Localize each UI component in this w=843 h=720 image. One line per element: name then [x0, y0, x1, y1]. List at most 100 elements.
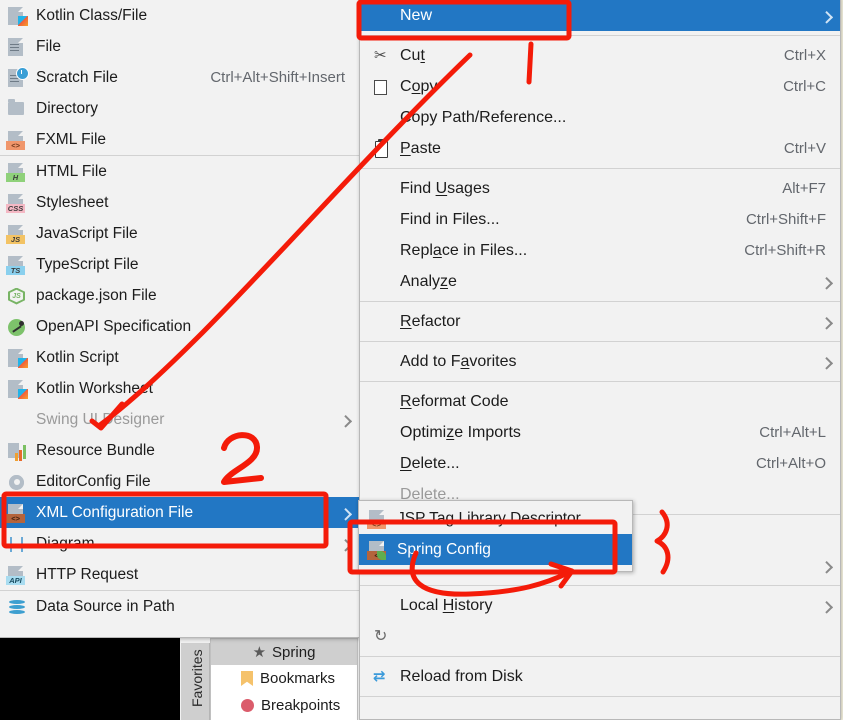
menu-item-replace-in-files[interactable]: Replace in Files... Ctrl+Shift+R [360, 235, 840, 266]
menu-item-label: Reload from Disk [400, 667, 523, 685]
new-file-submenu[interactable]: Kotlin Class/File File Scratch File Ctrl… [0, 0, 360, 638]
menu-item-new[interactable]: New [360, 0, 840, 31]
menu-item-label: Kotlin Script [36, 348, 119, 366]
kotlin-file-icon [6, 6, 28, 26]
menu-item-diagram[interactable]: Diagram [0, 528, 359, 559]
menu-item-typescript-file[interactable]: TS TypeScript File [0, 249, 359, 280]
menu-item-jsp-tag-library-descriptor[interactable]: <> JSP Tag Library Descriptor [359, 503, 632, 534]
menu-item-resource-bundle[interactable]: Resource Bundle [0, 435, 359, 466]
menu-item-label: JavaScript File [36, 224, 138, 242]
favorites-tab-label: Favorites [189, 649, 205, 707]
database-icon [6, 597, 28, 617]
spring-xml-icon: < [367, 540, 389, 560]
menu-item-data-source-in-path[interactable]: Data Source in Path [0, 591, 359, 622]
menu-item-label: XML Configuration File [36, 503, 194, 521]
menu-item-xml-configuration-file[interactable]: <> XML Configuration File [0, 497, 359, 528]
menu-item-spring-config[interactable]: < Spring Config [359, 534, 632, 565]
menu-item-label: Kotlin Worksheet [36, 379, 153, 397]
menu-item-find-in-files[interactable]: Find in Files... Ctrl+Shift+F [360, 204, 840, 235]
menu-item-label: Directory [36, 99, 99, 117]
blank-icon [370, 596, 394, 616]
menu-item-refactor[interactable]: Refactor [360, 306, 840, 337]
menu-item-label: FXML File [36, 130, 107, 148]
menu-item-scratch-file[interactable]: Scratch File Ctrl+Alt+Shift+Insert [0, 62, 359, 93]
blank-icon [370, 423, 394, 443]
menu-item-editorconfig-file[interactable]: EditorConfig File [0, 466, 359, 497]
menu-item-label: Data Source in Path [36, 597, 175, 615]
menu-item-copy[interactable]: Copy Ctrl+C [360, 71, 840, 102]
chevron-right-icon [820, 560, 834, 574]
bookmark-icon [241, 671, 253, 686]
menu-item-find-usages[interactable]: Find Usages Alt+F7 [360, 173, 840, 204]
menu-item-optimize-imports[interactable]: Optimize Imports Ctrl+Alt+L [360, 417, 840, 448]
menu-item-label: Find in Files... [400, 210, 500, 228]
menu-item-accelerator: Ctrl+Alt+O [755, 455, 826, 472]
menu-item-cut[interactable]: ✂ Cut Ctrl+X [360, 40, 840, 71]
blank-icon [370, 352, 394, 372]
fxml-file-icon: <> [6, 130, 28, 150]
project-context-menu[interactable]: New ✂ Cut Ctrl+X Copy Ctrl+C Copy Path/R… [359, 0, 841, 720]
ts-file-icon: TS [6, 255, 28, 275]
xml-file-icon: <> [6, 503, 28, 523]
menu-item-stylesheet[interactable]: CSS Stylesheet [0, 187, 359, 218]
scissors-icon: ✂ [374, 46, 387, 64]
menu-item-accelerator: Alt+F7 [782, 180, 826, 197]
menu-item-paste[interactable]: Paste Ctrl+V [360, 133, 840, 164]
menu-item-kotlin-worksheet[interactable]: Kotlin Worksheet [0, 373, 359, 404]
menu-item-label: Copy [400, 77, 438, 95]
menu-item-delete[interactable]: Delete... Ctrl+Alt+O [360, 448, 840, 479]
menu-item-openapi-specification[interactable]: OpenAPI Specification [0, 311, 359, 342]
menu-item-kotlin-class-file[interactable]: Kotlin Class/File [0, 0, 359, 31]
list-item[interactable]: Bookmarks [211, 665, 357, 692]
menu-item-label: Delete... [400, 454, 460, 472]
spring-tool-window[interactable]: ★ Spring Bookmarks Breakpoints [210, 638, 358, 720]
list-item-label: Bookmarks [260, 670, 336, 687]
menu-item-swing-ui-designer[interactable]: Swing UI Designer [0, 404, 359, 435]
menu-item-analyze[interactable]: Analyze [360, 266, 840, 297]
blank-icon [370, 392, 394, 412]
menu-item-label: Spring Config [397, 540, 491, 558]
blank-icon [370, 272, 394, 292]
menu-item-add-to-favorites[interactable]: Add to Favorites [360, 346, 840, 377]
xml-configuration-submenu[interactable]: <> JSP Tag Library Descriptor < Spring C… [358, 500, 633, 572]
menu-item-package-json-file[interactable]: package.json File [0, 280, 359, 311]
menu-item-copy-path-reference[interactable]: Copy Path/Reference... [360, 102, 840, 133]
list-item[interactable]: Breakpoints [211, 692, 357, 719]
http-request-icon: API [6, 565, 28, 585]
kotlin-file-icon [6, 379, 28, 399]
menu-item-label: New [400, 6, 433, 24]
menu-item-label: Cut [400, 46, 425, 64]
xml-file-icon: <> [367, 509, 389, 529]
kotlin-file-icon [6, 348, 28, 368]
menu-item-directory[interactable]: Directory [0, 93, 359, 124]
menu-separator [360, 696, 840, 697]
menu-item-reload-from-disk[interactable]: ↻ [360, 621, 840, 652]
menu-item-javascript-file[interactable]: JS JavaScript File [0, 218, 359, 249]
breakpoint-icon [241, 699, 254, 712]
resource-bundle-icon [6, 441, 28, 461]
spring-tool-window-header[interactable]: ★ Spring [211, 639, 357, 665]
blank-icon [370, 6, 394, 26]
menu-item-label: Swing UI Designer [36, 410, 165, 428]
menu-item-label: Diagram [36, 534, 95, 552]
menu-item-compare-with[interactable]: ⇄ Reload from Disk [360, 661, 840, 692]
menu-item-label: Stylesheet [36, 193, 109, 211]
blank-icon [370, 454, 394, 474]
menu-item-label: File [36, 37, 61, 55]
blank-icon [370, 241, 394, 261]
menu-item-label: Scratch File [36, 68, 118, 86]
menu-item-label: Find Usages [400, 179, 490, 197]
star-icon: ★ [252, 644, 267, 661]
menu-item-reformat-code[interactable]: Reformat Code [360, 386, 840, 417]
favorites-tool-window-tab[interactable]: Favorites [181, 643, 210, 720]
menu-item-kotlin-script[interactable]: Kotlin Script [0, 342, 359, 373]
file-icon [6, 37, 28, 57]
menu-item-local-history[interactable]: Local History [360, 590, 840, 621]
menu-item-http-request[interactable]: API HTTP Request [0, 559, 359, 590]
folder-icon [6, 98, 28, 119]
menu-item-fxml-file[interactable]: <> FXML File [0, 124, 359, 155]
copy-icon [370, 77, 394, 97]
diagram-icon [6, 534, 28, 554]
menu-item-html-file[interactable]: H HTML File [0, 156, 359, 187]
menu-item-file[interactable]: File [0, 31, 359, 62]
